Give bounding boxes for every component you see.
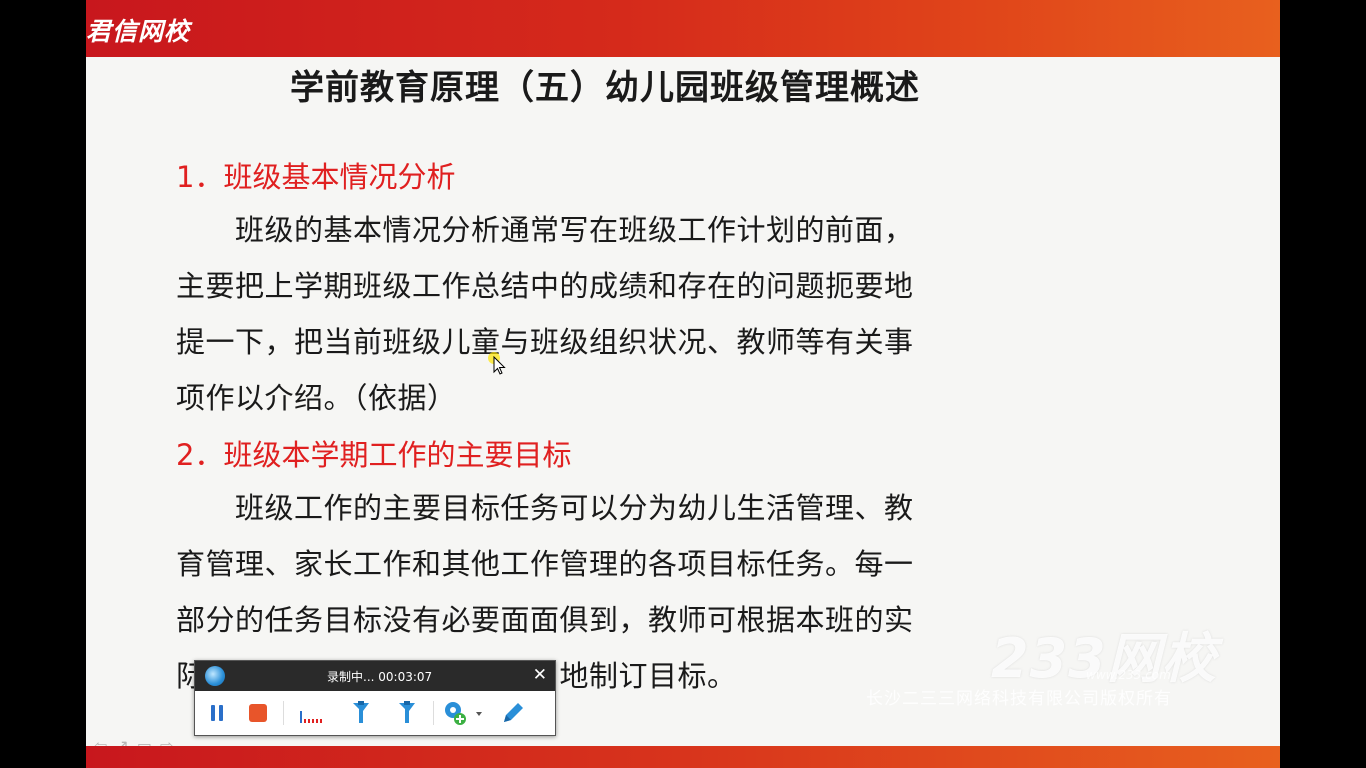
close-button[interactable]: ✕ [533, 665, 547, 685]
section-2-line: 育管理、家长工作和其他工作管理的各项目标任务。每一 [176, 547, 914, 581]
section-1-line: 班级的基本情况分析通常写在班级工作计划的前面， [176, 213, 914, 247]
section-1-heading: 1．班级基本情况分析 [176, 160, 456, 194]
audio-level-icon[interactable] [297, 699, 325, 727]
watermark-copyright: 长沙二三三网络科技有限公司版权所有 [866, 689, 1172, 709]
divider [283, 701, 284, 725]
stop-icon[interactable] [244, 699, 272, 727]
pause-icon[interactable] [203, 699, 231, 727]
recorder-tools [195, 691, 555, 735]
section-2-line: 部分的任务目标没有必要面面俱到，教师可根据本班的实 [176, 603, 914, 637]
slide-title: 学前教育原理（五）幼儿园班级管理概述 [290, 68, 920, 108]
highlighter-icon[interactable] [393, 699, 421, 727]
pen-marker-icon[interactable] [347, 699, 375, 727]
section-2-line: 班级工作的主要目标任务可以分为幼儿生活管理、教 [176, 491, 914, 525]
top-banner: 君信网校 [86, 0, 1280, 57]
section-2-heading: 2．班级本学期工作的主要目标 [176, 438, 572, 472]
screen-recorder-toolbar[interactable]: 录制中... 00:03:07 ✕ [194, 660, 556, 736]
divider [433, 701, 434, 725]
chevron-down-icon[interactable] [473, 699, 485, 727]
mouse-cursor-icon [493, 356, 506, 375]
slide: 君信网校 学前教育原理（五）幼儿园班级管理概述 1．班级基本情况分析 班级的基本… [86, 0, 1280, 768]
recorder-logo-icon [205, 666, 225, 686]
recorder-header[interactable]: 录制中... 00:03:07 ✕ [195, 661, 555, 691]
section-1-line: 项作以介绍。（依据） [176, 381, 457, 415]
brand-logo: 君信网校 [86, 17, 191, 46]
section-1-line: 主要把上学期班级工作总结中的成绩和存在的问题扼要地 [176, 269, 914, 303]
edit-pencil-icon[interactable] [499, 699, 527, 727]
webcam-add-icon[interactable] [441, 699, 469, 727]
recording-status: 录制中... 00:03:07 [327, 670, 433, 684]
watermark-url: www.233.com [1086, 668, 1171, 682]
section-1-line: 提一下，把当前班级儿童与班级组织状况、教师等有关事 [176, 325, 914, 359]
bottom-banner [86, 746, 1280, 768]
